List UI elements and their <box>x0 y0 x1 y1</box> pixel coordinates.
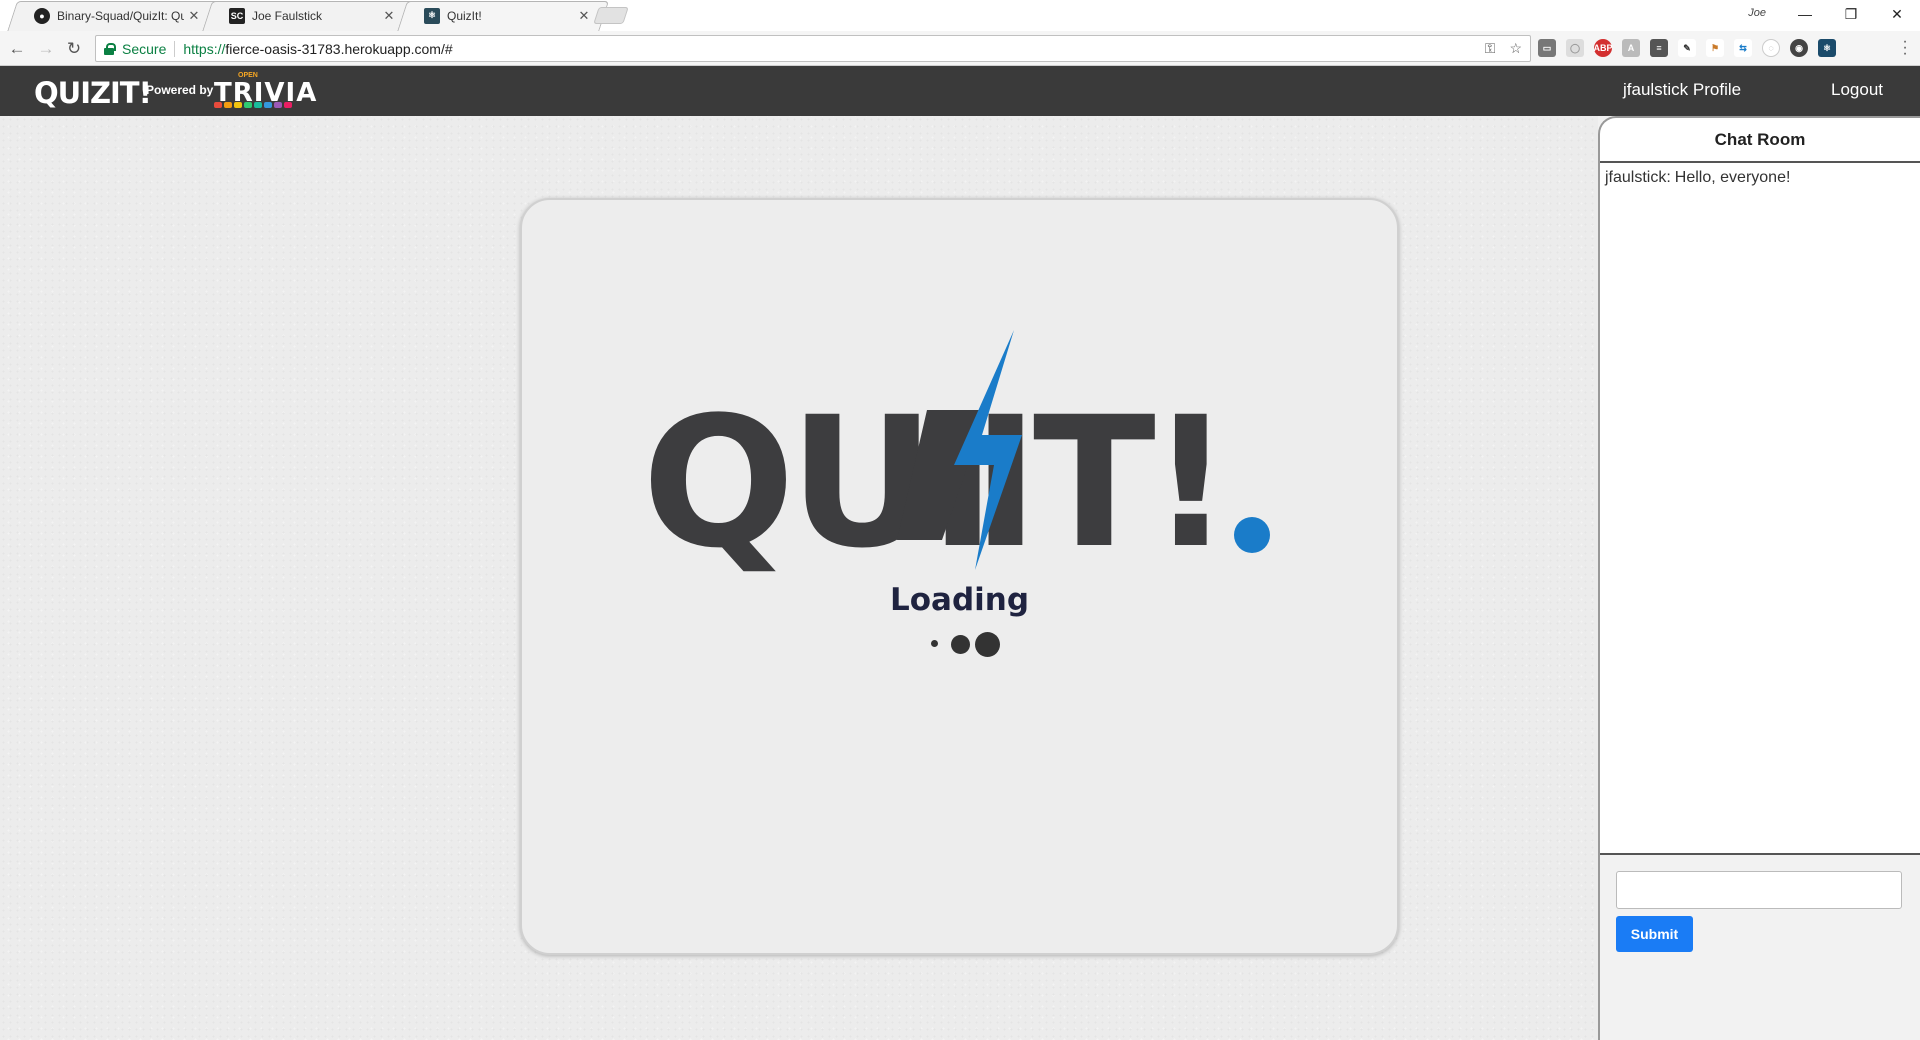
browser-tab-strip: ● Binary-Squad/QuizIt: Qu ✕ SC Joe Fauls… <box>0 0 1920 31</box>
react-icon: ⚛ <box>424 7 440 24</box>
divider <box>174 40 176 57</box>
logo-text-right: IT! <box>972 379 1226 585</box>
url-text: fierce-oasis-31783.herokuapp.com/# <box>225 40 453 57</box>
new-tab-button[interactable] <box>593 7 629 24</box>
browser-menu-icon[interactable]: · · · <box>1900 34 1910 62</box>
minimize-icon[interactable]: — <box>1782 0 1828 28</box>
tab-github[interactable]: ● Binary-Squad/QuizIt: Qu ✕ <box>12 0 212 31</box>
lock-icon <box>104 42 116 55</box>
tab-quizit[interactable]: ⚛ QuizIt! ✕ <box>402 0 602 31</box>
app-header: QUIZIT! Powered by OPEN TRIVIA jfaulstic… <box>0 66 1920 116</box>
profile-link[interactable]: jfaulstick Profile <box>1623 80 1741 100</box>
extensions-row: ▭ ◯ ABP A ≡ ✎ ⚑ ⇆ ◌ ◉ ⚛ <box>1538 39 1836 57</box>
extension-icon[interactable]: ◌ <box>1762 39 1780 57</box>
browser-toolbar: ← → ↻ Secure https:// fierce-oasis-31783… <box>0 31 1920 66</box>
close-tab-icon[interactable]: ✕ <box>379 8 399 24</box>
bookmark-star-icon[interactable]: ☆ <box>1509 40 1522 57</box>
extension-icon[interactable]: ≡ <box>1650 39 1668 57</box>
chat-room-title: Chat Room <box>1600 118 1920 163</box>
url-scheme: https:// <box>183 40 226 57</box>
extension-icon[interactable]: ◯ <box>1566 39 1584 57</box>
close-tab-icon[interactable]: ✕ <box>184 8 204 24</box>
loading-card: QUI IT! Loading <box>520 198 1399 955</box>
chat-room-panel: Chat Room jfaulstick: Hello, everyone! S… <box>1598 116 1920 1040</box>
chat-message-text: Hello, everyone! <box>1674 169 1791 186</box>
database-color-blocks <box>214 102 292 108</box>
chat-messages: jfaulstick: Hello, everyone! <box>1600 163 1920 855</box>
sc-icon: SC <box>229 7 245 24</box>
extension-icon[interactable]: ◉ <box>1790 39 1808 57</box>
security-label: Secure <box>122 40 167 57</box>
tab-title: Binary-Squad/QuizIt: Qu <box>57 8 184 23</box>
back-icon[interactable]: ← <box>6 38 28 60</box>
eyedropper-icon[interactable]: ✎ <box>1678 39 1696 57</box>
tab-title: Joe Faulstick <box>252 8 323 23</box>
key-icon[interactable]: ⚿ <box>1485 40 1496 57</box>
reload-icon[interactable]: ↻ <box>63 38 85 60</box>
loading-text: Loading <box>889 582 1030 618</box>
loading-dot <box>975 632 1000 657</box>
loading-spinner <box>927 628 1007 658</box>
powered-by-label: Powered by <box>146 83 214 97</box>
close-window-icon[interactable]: ✕ <box>1874 0 1920 28</box>
extension-icon[interactable]: ⇆ <box>1734 39 1752 57</box>
open-trivia-db-logo[interactable]: OPEN TRIVIA <box>214 72 316 108</box>
forward-icon[interactable]: → <box>35 38 57 60</box>
brand-logo[interactable]: QUIZIT! <box>34 76 152 110</box>
main-area: QUI IT! Loading <box>0 116 1598 1040</box>
close-tab-icon[interactable]: ✕ <box>574 8 594 24</box>
chat-compose: Submit <box>1600 855 1920 1040</box>
loading-dot <box>951 635 970 654</box>
tab-title: QuizIt! <box>447 8 482 23</box>
restore-icon[interactable]: ❐ <box>1828 0 1874 28</box>
submit-button[interactable]: Submit <box>1616 916 1693 952</box>
quizit-logo: QUI IT! <box>642 330 1270 585</box>
github-icon: ● <box>34 7 50 24</box>
chat-message-user: jfaulstick: <box>1605 169 1671 186</box>
extension-icon[interactable]: ⚑ <box>1706 39 1724 57</box>
address-bar[interactable]: Secure https:// fierce-oasis-31783.herok… <box>95 35 1531 62</box>
loading-dot <box>931 640 938 647</box>
react-devtools-icon[interactable]: ⚛ <box>1818 39 1836 57</box>
adblock-icon[interactable]: ABP <box>1594 39 1613 57</box>
chat-message: jfaulstick: Hello, everyone! <box>1605 169 1915 187</box>
logout-link[interactable]: Logout <box>1831 80 1883 100</box>
profile-chip[interactable]: Joe <box>1748 7 1766 19</box>
chat-input[interactable] <box>1616 871 1902 909</box>
tab-joe-faulstick[interactable]: SC Joe Faulstick ✕ <box>207 0 407 31</box>
extension-icon[interactable]: A <box>1622 39 1640 57</box>
extension-icon[interactable]: ▭ <box>1538 39 1556 57</box>
logo-dot <box>1234 517 1270 553</box>
